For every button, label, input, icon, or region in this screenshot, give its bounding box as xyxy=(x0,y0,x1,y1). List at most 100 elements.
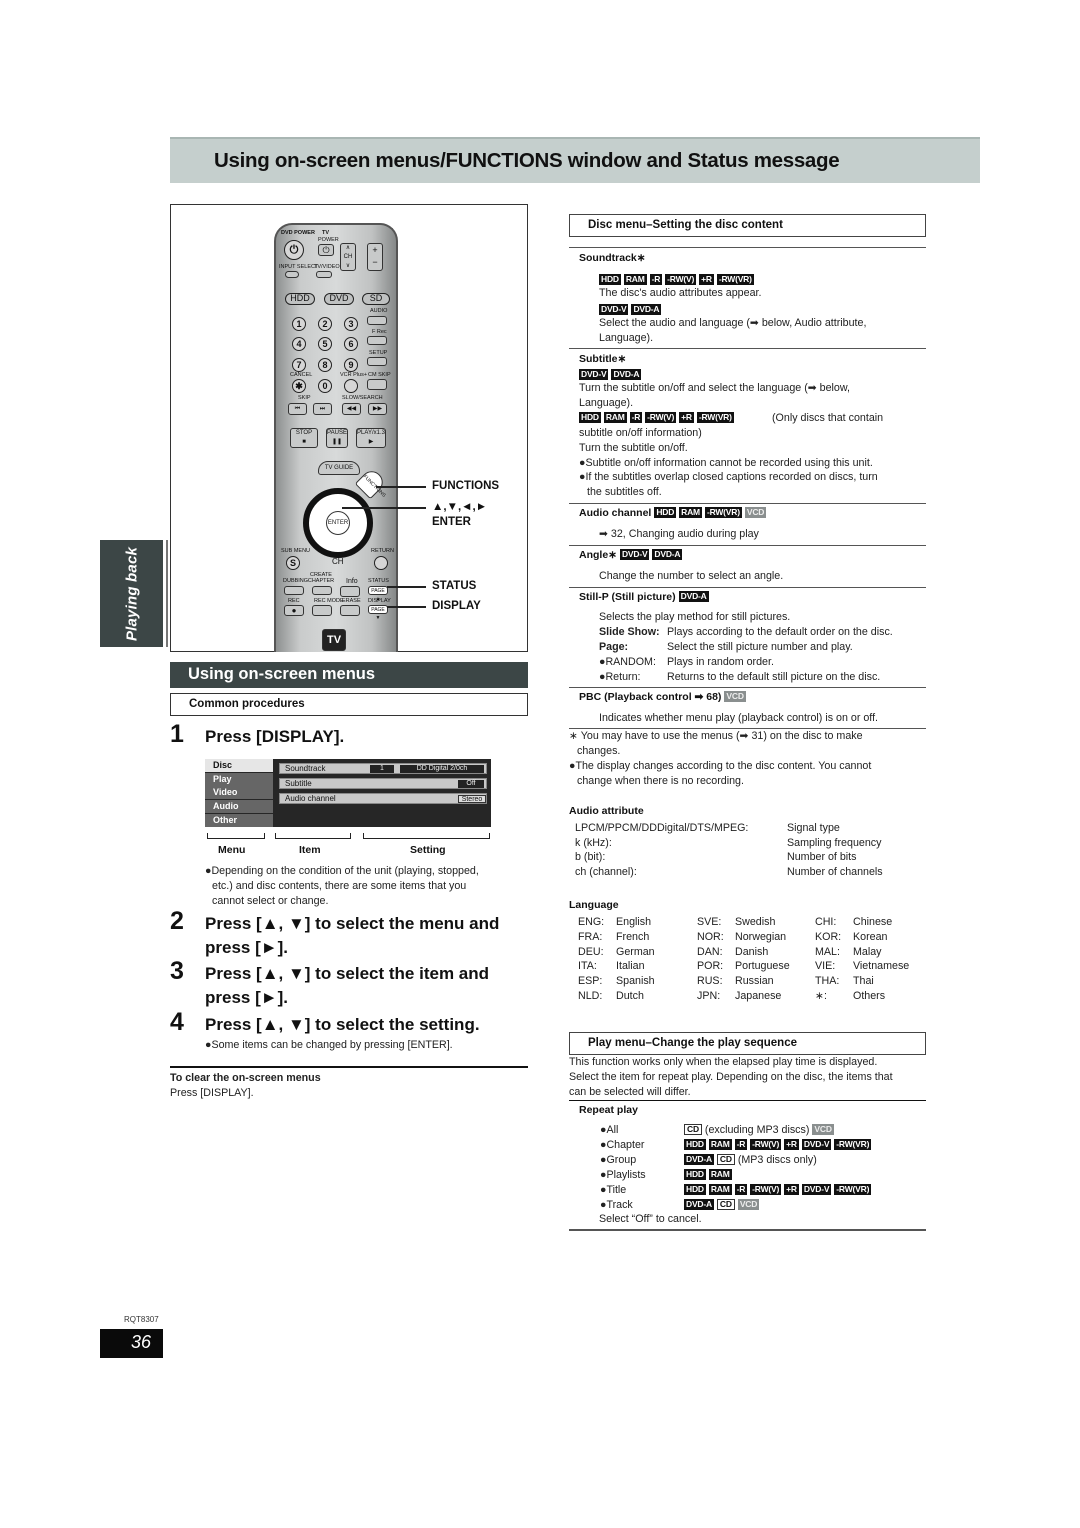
still-p-text: Selects the play method for still pictur… xyxy=(599,611,791,623)
repeat-option-label: ●Track xyxy=(600,1199,633,1211)
language-name: Chinese xyxy=(853,916,893,928)
osd-audio-channel-value: Stereo xyxy=(458,795,486,803)
hdd-tag: HDD xyxy=(684,1184,706,1195)
dvd-v-tag: DVD-V xyxy=(801,1184,832,1195)
audio-attr-key-4: ch (channel): xyxy=(575,866,637,878)
number-9-button: 9 xyxy=(344,358,358,372)
language-name: Malay xyxy=(853,945,882,958)
sub-menu-button: S xyxy=(286,556,300,570)
item-bracket xyxy=(275,833,351,839)
still-p-title: Still-P (Still picture) xyxy=(579,591,676,603)
return-label: RETURN xyxy=(371,548,394,554)
language-code: CHI: xyxy=(815,916,837,928)
dvd-button: DVD xyxy=(324,293,354,305)
f-rec-button xyxy=(367,336,387,345)
disc-menu-heading: Disc menu–Setting the disc content xyxy=(588,219,783,231)
input-select-label: INPUT SELECT xyxy=(279,264,319,270)
osd-menu-video: Video xyxy=(205,786,273,799)
subtitle-text-2a: (Only discs that contain xyxy=(772,412,884,424)
divider xyxy=(569,687,926,688)
dvd-v-tag: DVD-V xyxy=(599,304,629,315)
footnote-line-2: changes. xyxy=(577,745,621,757)
display-note-line-2: change when there is no recording. xyxy=(577,775,744,787)
number-1-button: 1 xyxy=(292,317,306,331)
skip-label: SKIP xyxy=(298,395,311,401)
language-name: Others xyxy=(853,989,886,1002)
sd-button: SD xyxy=(362,293,390,305)
repeat-cancel-text: Select “Off” to cancel. xyxy=(599,1213,702,1225)
repeat-option-tags: HDD RAM xyxy=(684,1169,735,1181)
subtitle-bullet-2a: ●If the subtitles overlap closed caption… xyxy=(579,471,878,483)
rw-vr-tag: -RW(VR) xyxy=(704,507,742,518)
play-menu-text-1: This function works only when the elapse… xyxy=(569,1056,878,1068)
still-p-val-slide-show: Plays according to the default order on … xyxy=(667,626,893,638)
audio-attr-key-3: b (bit): xyxy=(575,851,606,863)
subtitle-disc-tags: HDD RAM -R -RW(V) +R -RW(VR) xyxy=(579,412,737,424)
language-entry: FRA: French xyxy=(578,930,655,945)
tv-guide-button: TV GUIDE xyxy=(318,461,360,475)
tv-power-label: POWER xyxy=(318,237,339,243)
soundtrack-text-2b: Language). xyxy=(599,332,654,344)
audio-label: AUDIO xyxy=(370,308,388,314)
hdd-tag: HDD xyxy=(579,412,601,423)
common-procedures-label: Common procedures xyxy=(189,698,305,710)
osd-menu-other: Other xyxy=(205,814,273,827)
rw-v-tag: -RW(V) xyxy=(750,1184,782,1195)
language-code: ITA: xyxy=(578,960,597,973)
language-entry: NLD: Dutch xyxy=(578,989,655,1004)
skip-forward-button: ⏭ xyxy=(313,403,332,415)
hdd-tag: HDD xyxy=(684,1169,706,1180)
subtitle-bullet-2b: the subtitles off. xyxy=(587,486,662,498)
language-code: FRA: xyxy=(578,930,603,943)
repeat-option-tags: HDD RAM -R -RW(V) +R DVD-V -RW(VR) xyxy=(684,1184,874,1196)
subtitle-text-1b: Language). xyxy=(579,397,634,409)
ch-label: CH xyxy=(332,557,344,566)
page-header: Using on-screen menus/FUNCTIONS window a… xyxy=(170,137,980,183)
subtitle-text-1a: Turn the subtitle on/off and select the … xyxy=(579,382,850,394)
vcr-plus-button xyxy=(344,379,358,393)
subtitle-dvd-tags: DVD-V DVD-A xyxy=(579,369,644,381)
language-code: NLD: xyxy=(578,989,603,1002)
cd-tag: CD xyxy=(684,1124,702,1135)
step-1-text: Press [DISPLAY]. xyxy=(205,727,345,746)
divider xyxy=(569,348,926,349)
number-4-button: 4 xyxy=(292,337,306,351)
repeat-option-note: (excluding MP3 discs) xyxy=(704,1124,813,1136)
tv-power-button: ⏻ xyxy=(318,244,334,256)
language-entry: VIE: Vietnamese xyxy=(815,959,909,974)
audio-channel-row: Audio channel HDD RAM -RW(VR) VCD xyxy=(579,507,769,519)
vcd-tag: VCD xyxy=(737,1199,760,1210)
language-name: English xyxy=(616,916,652,928)
setting-bracket xyxy=(363,833,490,839)
setup-label: SETUP xyxy=(369,350,388,356)
skip-back-button: ⏮ xyxy=(288,403,307,415)
dvd-a-tag: DVD-A xyxy=(631,304,662,315)
section-heading-bar: Using on-screen menus xyxy=(170,662,528,688)
step-3-number: 3 xyxy=(170,957,184,985)
language-code: DAN: xyxy=(697,945,723,958)
soundtrack-text-2a: Select the audio and language (➡ below, … xyxy=(599,317,867,329)
number-2-button: 2 xyxy=(318,317,332,331)
display-callout-label: DISPLAY xyxy=(432,600,481,612)
r-tag: -R xyxy=(649,274,663,285)
dubbing-button xyxy=(284,586,304,595)
still-p-val-random: Plays in random order. xyxy=(667,656,774,668)
language-code: RUS: xyxy=(697,975,723,988)
common-procedures-box: Common procedures xyxy=(170,693,528,716)
dvd-a-tag: DVD-A xyxy=(684,1199,714,1210)
page-number: 36 xyxy=(130,1332,151,1352)
rec-mode-label: REC MODE xyxy=(314,598,344,604)
side-tab-label: Playing back xyxy=(123,546,140,641)
play-menu-text-3: can be selected will differ. xyxy=(569,1086,691,1098)
subtitle-text-2b: subtitle on/off information) xyxy=(579,427,702,439)
repeat-option-tags: CD (excluding MP3 discs) VCD xyxy=(684,1124,837,1136)
soundtrack-title: Soundtrack∗ xyxy=(579,252,646,264)
cm-skip-button xyxy=(367,379,387,390)
audio-attr-val-3: Number of bits xyxy=(787,851,857,863)
cd-tag: CD xyxy=(716,1199,735,1210)
language-name: Korean xyxy=(853,930,888,943)
rec-label: REC xyxy=(288,598,300,604)
cancel-button: ✱ xyxy=(292,379,306,393)
audio-attr-val-2: Sampling frequency xyxy=(787,837,882,849)
audio-attr-val-4: Number of channels xyxy=(787,866,883,878)
